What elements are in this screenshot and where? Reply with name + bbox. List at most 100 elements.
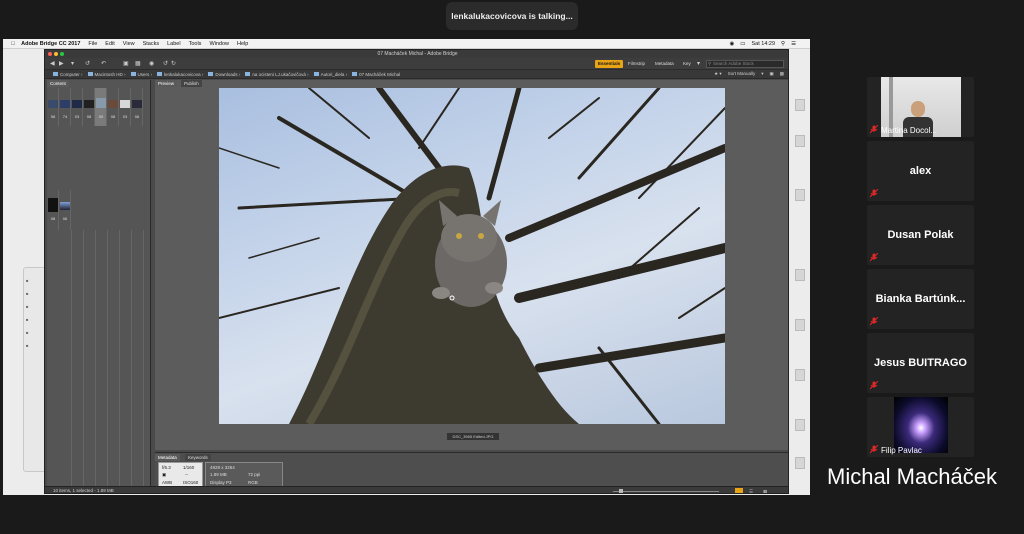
workspace-filmstrip[interactable]: Filmstrip: [625, 60, 648, 68]
preview-photo[interactable]: [219, 88, 725, 424]
thumbnail-label: 08: [110, 114, 116, 119]
details-view-icon[interactable]: ▦: [763, 488, 767, 493]
apple-icon[interactable]: : [11, 41, 15, 47]
thumbnail-image: [48, 198, 58, 212]
participant-tile[interactable]: Jesus BUITRAGO: [867, 333, 974, 393]
finder-sidebar-item[interactable]: ■: [26, 317, 44, 322]
rotate-left-icon[interactable]: ↺: [163, 61, 169, 67]
window-close-icon[interactable]: [48, 52, 52, 56]
preview-panel[interactable]: Preview Publish DSC_3965 Edited.JPG: [155, 80, 788, 450]
desktop-file-icon[interactable]: [795, 457, 805, 469]
grid-line: [143, 230, 144, 493]
list-view-icon[interactable]: ☰: [749, 488, 753, 493]
search-icon[interactable]: ⚲: [781, 41, 785, 47]
thumbnail-cell[interactable]: 08: [47, 190, 59, 230]
refine-icon[interactable]: ▦: [135, 61, 141, 67]
mic-muted-icon: [870, 189, 878, 198]
tab-publish[interactable]: Publish: [181, 80, 202, 87]
new-folder-icon[interactable]: ▣: [769, 71, 773, 77]
tab-metadata[interactable]: Metadata: [155, 454, 180, 461]
bridge-toolbar: ◀ ▶ ▾ ↺ ↶ ▣ ▦ ◉ ↺ ↻ Essentials Filmstrip…: [45, 58, 788, 70]
thumbnail-cell[interactable]: 03: [71, 88, 83, 126]
thumbnail-cell[interactable]: 06: [59, 190, 71, 230]
breadcrumb-user[interactable]: lenkalukacovicova ›: [157, 72, 203, 77]
thumbnail-size-slider[interactable]: [613, 489, 719, 493]
desktop-file-icon[interactable]: [795, 135, 805, 147]
rotate-right-icon[interactable]: ↻: [171, 61, 177, 67]
stock-search-input[interactable]: ⚲ Search Adobe Stock: [706, 60, 784, 68]
breadcrumb-users[interactable]: Users ›: [130, 72, 152, 77]
thumbnail-image: [60, 100, 70, 108]
forward-arrow-icon[interactable]: ▶: [59, 61, 65, 67]
menu-app-name[interactable]: Adobe Bridge CC 2017: [21, 41, 80, 47]
thumbnail-cell-selected[interactable]: 05: [95, 88, 107, 126]
metadata-panel[interactable]: Metadata Keywords f/6.3 1/160 ▣ -- AWB I…: [155, 452, 788, 487]
bridge-window[interactable]: 07 Macháček Michal - Adobe Bridge ◀ ▶ ▾ …: [44, 49, 789, 494]
menu-help[interactable]: Help: [237, 41, 248, 47]
battery-icon[interactable]: ▭: [740, 41, 745, 47]
desktop-file-icon[interactable]: [795, 369, 805, 381]
menu-view[interactable]: View: [123, 41, 135, 47]
finder-sidebar-item[interactable]: ■: [26, 343, 44, 348]
desktop-file-icon[interactable]: [795, 189, 805, 201]
sort-chevron-icon[interactable]: ▾: [761, 71, 763, 77]
menu-edit[interactable]: Edit: [105, 41, 114, 47]
participant-tile[interactable]: Dusan Polak: [867, 205, 974, 265]
chevron-down-icon[interactable]: ▾: [697, 61, 703, 67]
participant-tile[interactable]: Filip Pavlac: [867, 397, 974, 457]
desktop-file-icon[interactable]: [795, 269, 805, 281]
grid-view-icon[interactable]: [735, 488, 743, 493]
breadcrumb-folder-ocistenie[interactable]: na ocisteni LJ.ukačovičová ›: [245, 72, 309, 77]
trash-icon[interactable]: ▩: [780, 71, 784, 77]
wifi-icon[interactable]: ◉: [729, 41, 734, 47]
breadcrumb: Computer › Macintosh HD › Users › lenkal…: [45, 70, 788, 79]
desktop-file-icon[interactable]: [795, 319, 805, 331]
workspace-metadata[interactable]: Metadata: [652, 60, 677, 68]
window-zoom-icon[interactable]: [60, 52, 64, 56]
reveal-icon[interactable]: ↺: [85, 61, 91, 67]
breadcrumb-folder-autori[interactable]: Autori_diela ›: [313, 72, 347, 77]
tab-content[interactable]: Content: [47, 80, 69, 87]
participant-tile[interactable]: Martina Docol...: [867, 77, 974, 137]
camera-icon[interactable]: ▣: [123, 61, 129, 67]
breadcrumb-macintosh-hd[interactable]: Macintosh HD ›: [87, 72, 126, 77]
breadcrumb-current-folder[interactable]: 07 Macháček Michal: [352, 72, 400, 77]
recent-dropdown-icon[interactable]: ▾: [71, 61, 77, 67]
open-icon[interactable]: ◉: [149, 61, 155, 67]
bridge-window-title: 07 Macháček Michal - Adobe Bridge: [377, 51, 458, 57]
thumbnail-cell[interactable]: 03: [119, 88, 131, 126]
breadcrumb-computer[interactable]: Computer ›: [53, 72, 83, 77]
workspace-essentials[interactable]: Essentials: [595, 60, 624, 68]
menubar-clock[interactable]: Sat 14:29: [751, 41, 775, 47]
finder-sidebar-item[interactable]: ■: [26, 278, 44, 283]
thumbnail-cell[interactable]: 74: [59, 88, 71, 126]
thumbnail-cell[interactable]: 08: [83, 88, 95, 126]
shared-screen[interactable]:  Adobe Bridge CC 2017 File Edit View St…: [3, 39, 810, 495]
sort-dropdown[interactable]: Sort Manually: [728, 71, 756, 77]
menu-tools[interactable]: Tools: [189, 41, 202, 47]
window-minimize-icon[interactable]: [54, 52, 58, 56]
star-filter-icon[interactable]: ★ ▾: [714, 71, 722, 77]
finder-sidebar-item[interactable]: ■: [26, 291, 44, 296]
menu-label[interactable]: Label: [167, 41, 180, 47]
thumbnail-cell[interactable]: 06: [131, 88, 143, 126]
rotate-ccw-icon[interactable]: ↶: [101, 61, 107, 67]
menu-stacks[interactable]: Stacks: [143, 41, 160, 47]
participant-tile[interactable]: alex: [867, 141, 974, 201]
finder-sidebar-item[interactable]: ■: [26, 330, 44, 335]
desktop-file-icon[interactable]: [795, 99, 805, 111]
tab-preview[interactable]: Preview: [155, 80, 178, 87]
tab-keywords[interactable]: Keywords: [185, 454, 211, 461]
content-panel[interactable]: Content 58 74 03 08 05 08 03 06 08 06: [47, 80, 151, 493]
finder-sidebar-item[interactable]: ■: [26, 304, 44, 309]
breadcrumb-downloads[interactable]: Downloads ›: [208, 72, 240, 77]
menu-list-icon[interactable]: ☰: [791, 41, 796, 47]
menu-file[interactable]: File: [88, 41, 97, 47]
thumbnail-cell[interactable]: 08: [107, 88, 119, 126]
thumbnail-cell[interactable]: 58: [47, 88, 59, 126]
menu-window[interactable]: Window: [209, 41, 229, 47]
participant-tile[interactable]: Bianka Bartúnk...: [867, 269, 974, 329]
workspace-key[interactable]: Key: [680, 60, 694, 68]
desktop-file-icon[interactable]: [795, 419, 805, 431]
back-arrow-icon[interactable]: ◀: [50, 61, 56, 67]
